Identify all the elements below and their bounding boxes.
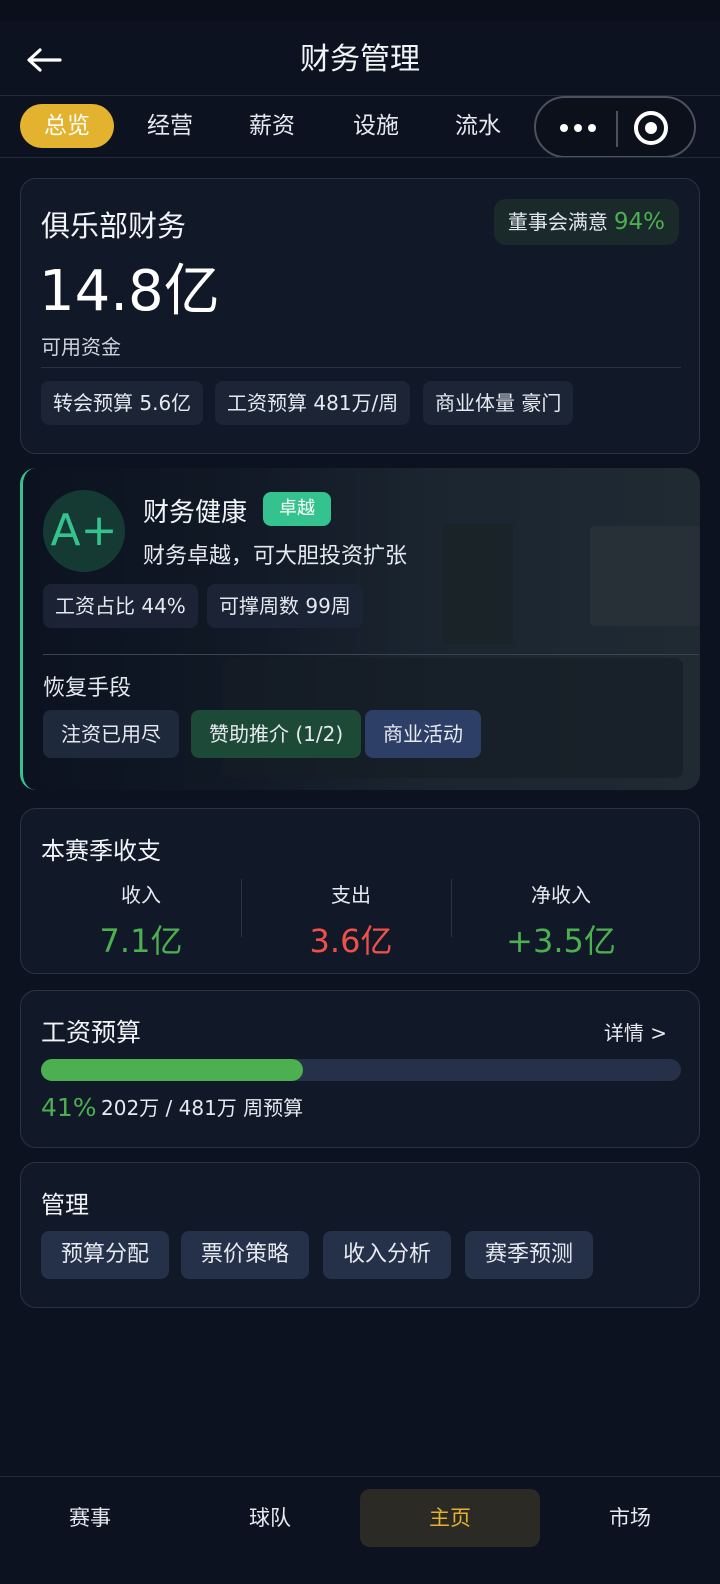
miniprogram-capsule <box>534 96 696 158</box>
nav-matches[interactable]: 赛事 <box>0 1489 180 1547</box>
tab-bar: 总览 经营 薪资 设施 流水 <box>0 96 720 158</box>
divider <box>451 879 452 937</box>
close-target-icon[interactable] <box>634 111 668 145</box>
expense-value: 3.6亿 <box>309 922 393 960</box>
income-label: 收入 <box>121 883 161 907</box>
ticket-pricing-button[interactable]: 票价策略 <box>181 1231 310 1279</box>
recovery-title: 恢复手段 <box>43 676 132 701</box>
revenue-analysis-button[interactable]: 收入分析 <box>323 1231 452 1279</box>
nav-market[interactable]: 市场 <box>540 1489 720 1547</box>
status-bar <box>0 0 720 22</box>
wage-budget-card: 工资预算 详情 > 41% 202万 / 481万 周预算 <box>20 990 700 1148</box>
divider <box>241 879 242 937</box>
health-description: 财务卓越，可大胆投资扩张 <box>143 544 408 569</box>
runway-weeks-chip: 可撑周数 99周 <box>207 584 363 628</box>
sponsor-pitch-button[interactable]: 赞助推介 (1/2) <box>191 710 362 758</box>
financial-health-card: A+ 财务健康 卓越 财务卓越，可大胆投资扩张 工资占比 44% 可撑周数 99… <box>20 468 700 790</box>
bottom-nav: 赛事 球队 主页 市场 <box>0 1476 720 1584</box>
available-funds: 14.8亿 <box>39 259 220 324</box>
tab-facilities[interactable]: 设施 <box>338 104 414 148</box>
health-grade: A+ <box>43 490 125 572</box>
tab-salary[interactable]: 薪资 <box>234 104 310 148</box>
budget-allocation-button[interactable]: 预算分配 <box>41 1231 170 1279</box>
satisfaction-label: 董事会满意 <box>507 210 608 234</box>
wage-budget-percent: 41% <box>41 1093 97 1122</box>
wage-budget-chip: 工资预算 481万/周 <box>215 381 411 425</box>
expense-label: 支出 <box>331 883 371 907</box>
divider <box>43 654 699 655</box>
progress-fill <box>41 1059 304 1081</box>
divider <box>616 111 618 147</box>
header: 财务管理 <box>0 22 720 96</box>
background-image <box>443 524 513 644</box>
page-title: 财务管理 <box>300 42 420 77</box>
details-link[interactable]: 详情 > <box>604 1017 667 1046</box>
background-image <box>590 526 700 626</box>
wage-budget-title: 工资预算 <box>41 1018 142 1047</box>
income-stat: 收入 7.1亿 <box>41 879 241 962</box>
available-funds-label: 可用资金 <box>41 335 121 359</box>
wage-ratio-chip: 工资占比 44% <box>43 584 198 628</box>
income-value: 7.1亿 <box>99 922 183 960</box>
finance-card: 俱乐部财务 董事会满意 94% 14.8亿 可用资金 转会预算 5.6亿 工资预算… <box>20 178 700 454</box>
season-forecast-button[interactable]: 赛季预测 <box>465 1231 594 1279</box>
transfer-budget-chip: 转会预算 5.6亿 <box>41 381 204 425</box>
net-income-stat: 净收入 +3.5亿 <box>461 879 661 962</box>
divider <box>41 367 681 368</box>
health-title: 财务健康 <box>143 498 248 528</box>
management-title: 管理 <box>41 1191 89 1219</box>
nav-home[interactable]: 主页 <box>360 1489 540 1547</box>
more-icon[interactable] <box>552 110 604 146</box>
season-title: 本赛季收支 <box>41 837 161 865</box>
capital-injection-button[interactable]: 注资已用尽 <box>43 710 179 758</box>
net-income-label: 净收入 <box>531 883 591 907</box>
satisfaction-value: 94% <box>613 209 665 235</box>
expense-stat: 支出 3.6亿 <box>251 879 451 962</box>
commercial-size-chip: 商业体量 豪门 <box>423 381 574 425</box>
wage-budget-progress <box>41 1059 681 1081</box>
board-satisfaction-badge: 董事会满意 94% <box>493 199 679 245</box>
management-card: 管理 预算分配 票价策略 收入分析 赛季预测 <box>20 1162 700 1308</box>
net-income-value: +3.5亿 <box>506 922 616 960</box>
season-summary-card: 本赛季收支 收入 7.1亿 支出 3.6亿 净收入 +3.5亿 <box>20 808 700 974</box>
tab-cashflow[interactable]: 流水 <box>440 104 516 148</box>
finance-title: 俱乐部财务 <box>41 209 187 243</box>
tab-operations[interactable]: 经营 <box>132 104 208 148</box>
wage-budget-usage: 202万 / 481万 周预算 <box>101 1096 304 1120</box>
health-status-badge: 卓越 <box>263 492 331 526</box>
nav-team[interactable]: 球队 <box>180 1489 360 1547</box>
commercial-event-button[interactable]: 商业活动 <box>365 710 481 758</box>
divider <box>0 157 720 158</box>
tab-overview[interactable]: 总览 <box>20 104 114 148</box>
